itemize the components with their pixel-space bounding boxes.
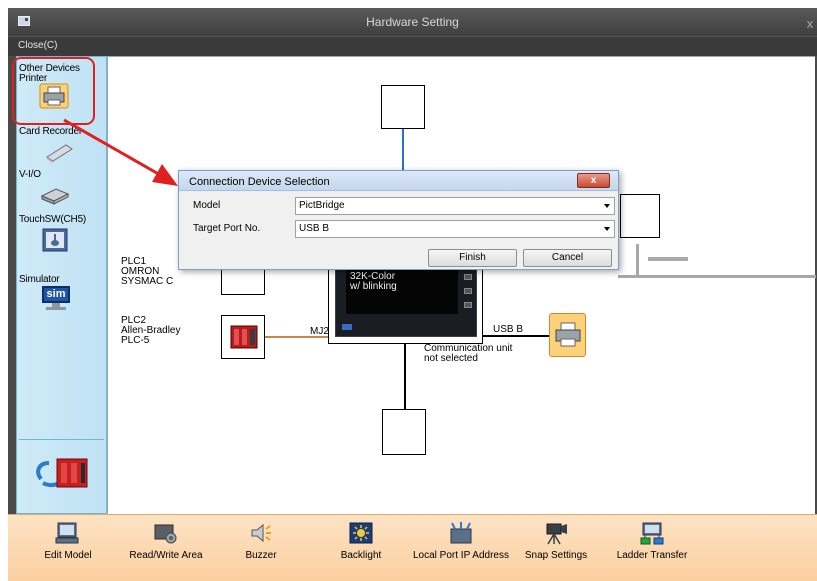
model-select[interactable]: PictBridge xyxy=(295,197,615,215)
sidebar-item-touchsw[interactable]: TouchSW(CH5) xyxy=(17,212,108,262)
connection-device-selection-dialog: Connection Device Selection x Model Pict… xyxy=(178,170,619,270)
ladder-transfer-icon xyxy=(640,522,664,545)
tool-label: Read/Write Area xyxy=(129,550,203,561)
chevron-down-icon xyxy=(604,204,610,208)
usb-cable xyxy=(483,335,553,337)
window-title: Hardware Setting xyxy=(366,15,459,29)
plc2-label: PLC2 Allen-Bradley PLC-5 xyxy=(121,315,181,346)
hardware-setting-window: Hardware Setting x Close(C) Other Device… xyxy=(8,8,817,581)
printer-icon xyxy=(555,322,581,347)
sidebar-item-label: V-I/O xyxy=(19,169,41,180)
tool-label: Buzzer xyxy=(245,550,277,561)
target-port-select-value: USB B xyxy=(299,223,330,234)
hmi-screen-text: 32K-Color w/ blinking xyxy=(346,270,458,314)
hmi-unit: 32K-Color w/ blinking xyxy=(335,263,477,337)
sidebar-item-label: Simulator xyxy=(19,274,60,285)
simulator-icon: sim xyxy=(42,286,70,312)
highlight-outline xyxy=(12,57,95,125)
read-write-area-icon xyxy=(154,524,177,544)
port-slot-top[interactable] xyxy=(381,85,425,129)
grey-bus-line xyxy=(618,275,816,278)
printer-device[interactable] xyxy=(549,313,586,357)
read-write-area-button[interactable]: Read/Write Area xyxy=(116,515,216,581)
target-port-label: Target Port No. xyxy=(193,223,261,234)
backlight-icon xyxy=(349,522,373,544)
port-slot-right[interactable] xyxy=(620,194,660,238)
plc2-device[interactable] xyxy=(221,315,265,359)
tool-label: Local Port IP Address xyxy=(413,550,509,561)
target-port-select[interactable]: USB B xyxy=(295,220,615,238)
edit-model-button[interactable]: Edit Model xyxy=(38,515,98,581)
usb-b-label: USB B xyxy=(493,324,524,335)
highlight-arrow xyxy=(63,118,178,186)
title-bar: Hardware Setting x xyxy=(8,8,817,36)
backlight-button[interactable]: Backlight xyxy=(326,515,396,581)
buzzer-icon xyxy=(251,523,271,543)
dialog-title: Connection Device Selection xyxy=(189,176,330,188)
sidebar-item-simulator[interactable]: Simulator sim xyxy=(17,272,108,322)
model-select-value: PictBridge xyxy=(299,200,345,211)
buzzer-button[interactable]: Buzzer xyxy=(231,515,291,581)
sidebar-item-label: TouchSW(CH5) xyxy=(19,214,87,225)
dialog-body: Model PictBridge Target Port No. USB B F… xyxy=(179,192,618,269)
mj2-label: MJ2 xyxy=(310,326,329,337)
snap-settings-icon xyxy=(546,523,567,545)
tool-label: Backlight xyxy=(340,550,382,561)
plc-icon xyxy=(230,325,258,349)
tool-label: Snap Settings xyxy=(524,550,588,561)
tool-label: Ladder Transfer xyxy=(616,550,688,561)
port-slot-bottom[interactable] xyxy=(382,409,426,455)
model-label: Model xyxy=(193,200,221,211)
connection-device-icon[interactable] xyxy=(33,457,93,489)
touch-switch-icon xyxy=(42,228,68,252)
bottom-toolbar: Edit Model Read/Write Area Buzzer Backli… xyxy=(8,514,817,581)
ladder-transfer-button[interactable]: Ladder Transfer xyxy=(612,515,692,581)
sim-badge: sim xyxy=(42,286,70,303)
bottom-connection-line xyxy=(404,344,406,409)
cancel-button[interactable]: Cancel xyxy=(523,249,612,267)
tool-label: Edit Model xyxy=(44,550,92,561)
communication-unit-label: Communication unit not selected xyxy=(424,343,513,364)
snap-settings-button[interactable]: Snap Settings xyxy=(518,515,594,581)
finish-button[interactable]: Finish xyxy=(428,249,517,267)
menu-bar: Close(C) xyxy=(8,36,817,56)
edit-model-icon xyxy=(55,522,79,544)
close-menu-button[interactable]: Close(C) xyxy=(18,40,57,51)
ip-address-icon xyxy=(450,522,472,544)
hmi-unit-frame[interactable]: 32K-Color w/ blinking xyxy=(328,262,483,344)
hardware-diagram-canvas: PLC1 OMRON SYSMAC C PLC2 Allen-Bradley P… xyxy=(107,56,816,514)
plc1-label: PLC1 OMRON SYSMAC C xyxy=(121,256,174,287)
window-close-button[interactable]: x xyxy=(803,16,817,32)
dialog-title-bar: Connection Device Selection x xyxy=(179,171,618,191)
dialog-close-button[interactable]: x xyxy=(577,173,610,188)
chevron-down-icon xyxy=(604,227,610,231)
local-port-ip-address-button[interactable]: Local Port IP Address xyxy=(406,515,516,581)
